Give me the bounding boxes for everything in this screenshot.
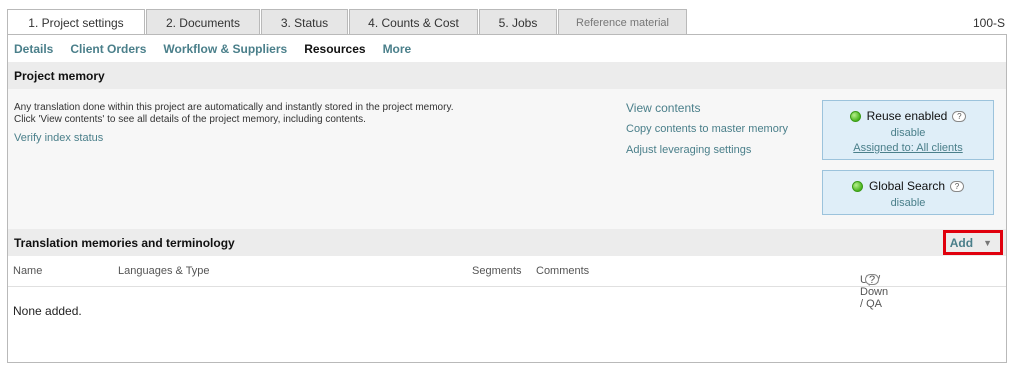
memory-actions: View contents Copy contents to master me… (626, 101, 788, 165)
help-bubble-icon[interactable]: ? (950, 180, 965, 192)
add-label: Add (949, 235, 974, 250)
tm-table-header: Name Languages & Type Segments Comments … (8, 256, 1006, 310)
sub-navigation: Details Client Orders Workflow & Supplie… (8, 35, 1006, 62)
tab-status[interactable]: 3. Status (261, 9, 348, 35)
tab-project-settings[interactable]: 1. Project settings (7, 9, 145, 36)
help-bubble-icon[interactable]: ? (865, 274, 879, 286)
subnav-more[interactable]: More (383, 42, 412, 56)
column-comments: Comments (536, 265, 590, 277)
tab-reference-material: Reference material (558, 9, 687, 35)
project-code: 100-S (972, 16, 1005, 30)
verify-index-status-link[interactable]: Verify index status (14, 132, 103, 144)
copy-to-master-link[interactable]: Copy contents to master memory (626, 123, 788, 135)
global-search-box: Global Search ? disable (822, 170, 994, 215)
add-button[interactable]: Add ▼ (943, 230, 1003, 255)
reuse-disable-link[interactable]: disable (823, 127, 993, 139)
status-ok-icon (851, 180, 863, 192)
view-contents-link[interactable]: View contents (626, 101, 788, 115)
reuse-status-box: Reuse enabled ? disable Assigned to: All… (822, 100, 994, 160)
description-line: Click 'View contents' to see all details… (14, 114, 366, 125)
global-search-label: Global Search (868, 179, 946, 193)
project-memory-description: Any translation done within this project… (14, 102, 453, 126)
global-search-title-row: Global Search ? (823, 179, 993, 193)
assigned-clients-link[interactable]: Assigned to: All clients (823, 142, 993, 154)
column-name: Name (13, 265, 43, 277)
section-title: Translation memories and terminology (14, 235, 235, 250)
project-settings-panel: Details Client Orders Workflow & Supplie… (7, 34, 1007, 363)
tab-jobs[interactable]: 5. Jobs (479, 9, 557, 35)
tm-empty-message: None added. (13, 304, 82, 318)
project-memory-body: Any translation done within this project… (8, 89, 1006, 229)
column-languages-type: Languages & Type (118, 265, 210, 277)
tab-counts-cost[interactable]: 4. Counts & Cost (349, 9, 478, 35)
tab-documents[interactable]: 2. Documents (146, 9, 260, 35)
project-memory-header: Project memory (8, 62, 1006, 89)
reuse-enabled-label: Reuse enabled (866, 109, 948, 123)
subnav-client-orders[interactable]: Client Orders (70, 42, 146, 56)
subnav-resources[interactable]: Resources (304, 42, 365, 56)
tab-bar: 1. Project settings 2. Documents 3. Stat… (7, 9, 688, 36)
subnav-workflow-suppliers[interactable]: Workflow & Suppliers (163, 42, 287, 56)
tm-header: Translation memories and terminology Add… (8, 229, 1006, 256)
adjust-leveraging-link[interactable]: Adjust leveraging settings (626, 144, 788, 156)
status-ok-icon (849, 110, 861, 122)
section-title: Project memory (14, 68, 105, 83)
column-segments: Segments (472, 265, 522, 277)
description-line: Any translation done within this project… (14, 102, 454, 113)
help-bubble-icon[interactable]: ? (952, 110, 967, 122)
subnav-details[interactable]: Details (14, 42, 53, 56)
global-search-disable-link[interactable]: disable (823, 197, 993, 209)
reuse-title-row: Reuse enabled ? (823, 109, 993, 123)
caret-down-icon: ▼ (983, 237, 992, 248)
